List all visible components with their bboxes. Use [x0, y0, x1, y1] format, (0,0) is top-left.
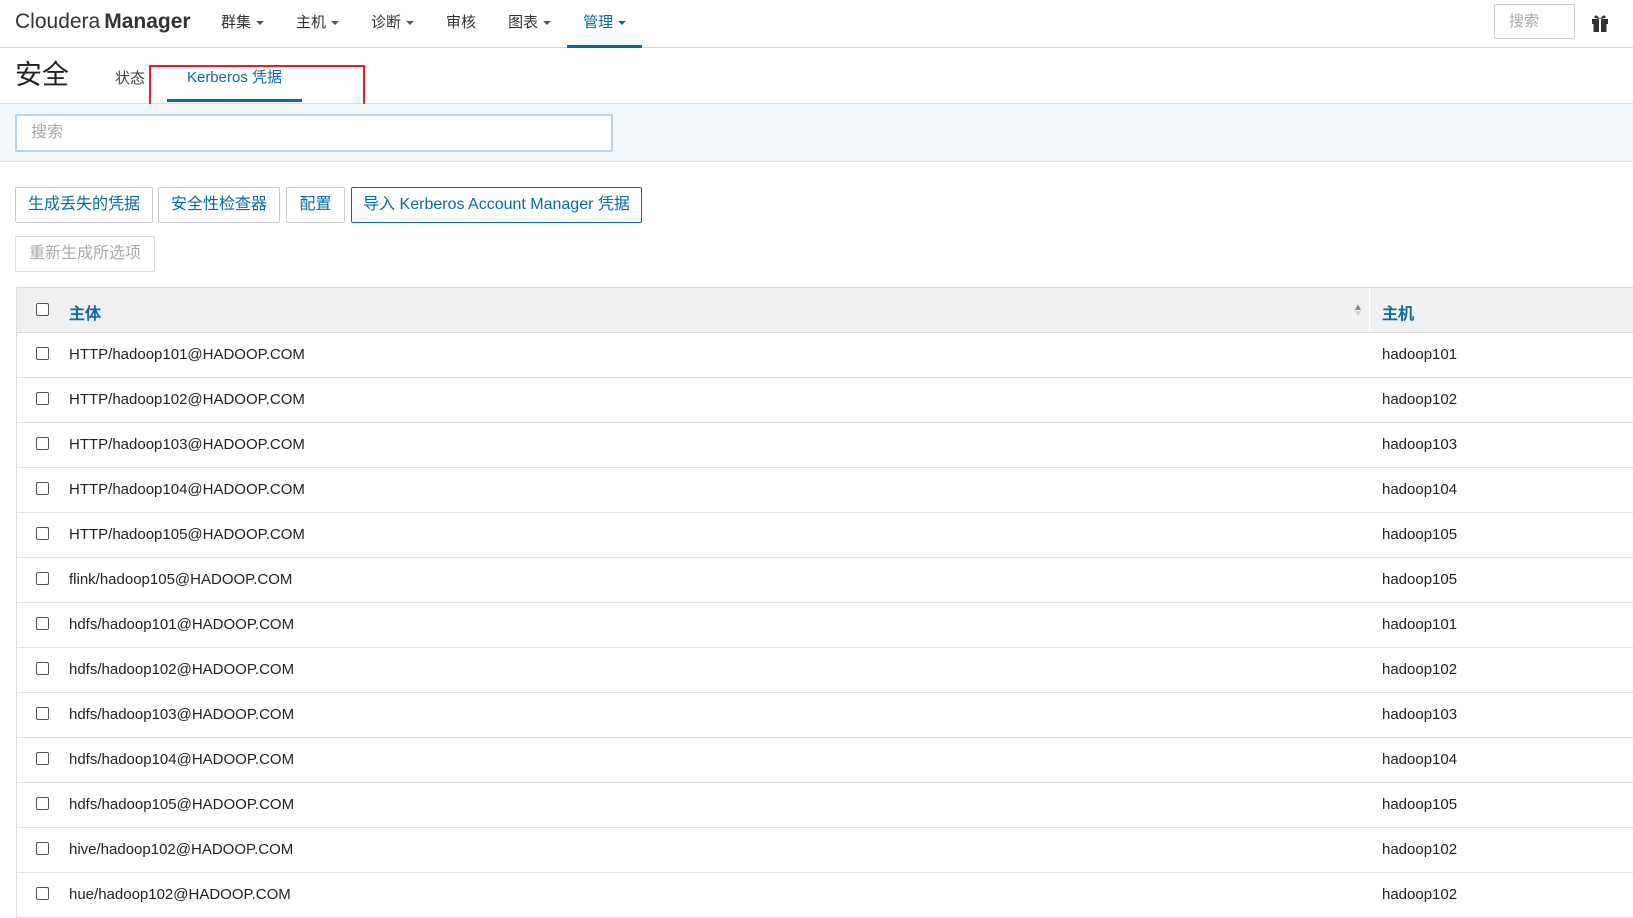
row-checkbox[interactable]: [36, 392, 49, 405]
tab-kerberos-credentials[interactable]: Kerberos 凭据: [167, 48, 302, 102]
host-cell: hadoop101: [1382, 616, 1458, 633]
security-inspector-button[interactable]: 安全性检查器: [158, 187, 280, 223]
regenerate-selected-button[interactable]: 重新生成所选项: [15, 236, 155, 272]
host-cell: hadoop105: [1382, 796, 1458, 813]
table-row[interactable]: hdfs/hadoop104@HADOOP.COM hadoop104: [17, 738, 1633, 783]
principal-cell: hive/hadoop102@HADOOP.COM: [69, 841, 294, 858]
page-title: 安全: [15, 60, 69, 90]
host-cell: hadoop101: [1382, 346, 1458, 363]
nav-item-label: 审核: [446, 14, 477, 31]
table-row[interactable]: hdfs/hadoop102@HADOOP.COM hadoop102: [17, 648, 1633, 693]
principal-cell: hdfs/hadoop104@HADOOP.COM: [69, 751, 295, 768]
host-cell: hadoop102: [1382, 886, 1458, 903]
row-checkbox[interactable]: [36, 887, 49, 900]
nav-item-label: 诊断: [371, 14, 402, 31]
row-checkbox[interactable]: [36, 437, 49, 450]
table-row[interactable]: HTTP/hadoop104@HADOOP.COM hadoop104: [17, 468, 1633, 513]
host-cell: hadoop104: [1382, 751, 1458, 768]
principal-cell: HTTP/hadoop102@HADOOP.COM: [69, 391, 305, 408]
principal-cell: HTTP/hadoop103@HADOOP.COM: [69, 436, 305, 453]
configure-button[interactable]: 配置: [286, 187, 345, 223]
main-menu: 群集 主机 诊断 审核 图表 管理: [205, 0, 643, 48]
host-cell: hadoop105: [1382, 571, 1458, 588]
nav-item-hosts[interactable]: 主机: [280, 0, 355, 48]
host-cell: hadoop103: [1382, 706, 1458, 723]
table-row[interactable]: HTTP/hadoop102@HADOOP.COM hadoop102: [17, 378, 1633, 423]
nav-item-label: 主机: [296, 14, 327, 31]
host-cell: hadoop103: [1382, 436, 1458, 453]
principal-cell: HTTP/hadoop104@HADOOP.COM: [69, 481, 305, 498]
principal-cell: HTTP/hadoop101@HADOOP.COM: [69, 346, 305, 363]
caret-down-icon: [256, 21, 265, 26]
nav-item-label: 群集: [221, 14, 252, 31]
principal-cell: HTTP/hadoop105@HADOOP.COM: [69, 526, 305, 543]
column-header-host[interactable]: 主机: [1382, 300, 1414, 324]
row-checkbox[interactable]: [36, 842, 49, 855]
page-header: 安全 状态 Kerberos 凭据: [0, 48, 1633, 104]
table-row[interactable]: HTTP/hadoop101@HADOOP.COM hadoop101: [17, 333, 1633, 378]
principal-cell: hdfs/hadoop103@HADOOP.COM: [69, 706, 295, 723]
caret-down-icon: [406, 21, 415, 26]
row-checkbox[interactable]: [36, 347, 49, 360]
host-cell: hadoop102: [1382, 391, 1458, 408]
import-kerberos-account-manager-button[interactable]: 导入 Kerberos Account Manager 凭据: [351, 187, 642, 223]
tab-label: Kerberos 凭据: [186, 69, 283, 86]
sort-ascending-icon[interactable]: [1354, 304, 1361, 316]
row-checkbox[interactable]: [36, 752, 49, 765]
filter-bar: [0, 104, 1633, 162]
table-row[interactable]: hue/hadoop102@HADOOP.COM hadoop102: [17, 873, 1633, 918]
table-row[interactable]: hdfs/hadoop103@HADOOP.COM hadoop103: [17, 693, 1633, 738]
row-checkbox[interactable]: [36, 662, 49, 675]
nav-item-diagnostics[interactable]: 诊断: [355, 0, 430, 48]
top-navbar: Cloudera Manager 群集 主机 诊断 审核 图表 管理: [0, 0, 1633, 48]
brand-name-part2: Manager: [104, 10, 191, 33]
table-row[interactable]: hdfs/hadoop105@HADOOP.COM hadoop105: [17, 783, 1633, 828]
tab-status[interactable]: 状态: [115, 67, 145, 88]
principal-cell: hue/hadoop102@HADOOP.COM: [69, 886, 291, 903]
principal-cell: hdfs/hadoop105@HADOOP.COM: [69, 796, 295, 813]
gift-icon[interactable]: [1591, 13, 1609, 33]
credentials-search-input[interactable]: [15, 114, 613, 152]
row-checkbox[interactable]: [36, 617, 49, 630]
row-checkbox[interactable]: [36, 707, 49, 720]
row-checkbox[interactable]: [36, 797, 49, 810]
nav-item-charts[interactable]: 图表: [492, 0, 567, 48]
nav-item-audits[interactable]: 审核: [430, 0, 492, 48]
table-row[interactable]: hdfs/hadoop101@HADOOP.COM hadoop101: [17, 603, 1633, 648]
nav-item-administration[interactable]: 管理: [567, 0, 643, 48]
table-row[interactable]: HTTP/hadoop103@HADOOP.COM hadoop103: [17, 423, 1633, 468]
principal-cell: hdfs/hadoop102@HADOOP.COM: [69, 661, 295, 678]
column-header-principal[interactable]: 主体: [69, 300, 101, 324]
table-header: 主体 主机: [17, 287, 1633, 333]
nav-item-label: 管理: [583, 14, 614, 31]
global-search-input[interactable]: [1494, 4, 1575, 39]
table-body: HTTP/hadoop101@HADOOP.COM hadoop101 HTTP/h…: [17, 333, 1633, 918]
credentials-table: 主体 主机 HTTP/hadoop101@HADOOP.COM hadoop101…: [16, 287, 1633, 918]
table-row[interactable]: HTTP/hadoop105@HADOOP.COM hadoop105: [17, 513, 1633, 558]
host-cell: hadoop105: [1382, 526, 1458, 543]
caret-down-icon: [543, 21, 552, 26]
table-row[interactable]: flink/hadoop105@HADOOP.COM hadoop105: [17, 558, 1633, 603]
row-checkbox[interactable]: [36, 527, 49, 540]
caret-down-icon: [618, 21, 627, 26]
brand-logo[interactable]: Cloudera Manager: [15, 9, 191, 35]
host-cell: hadoop104: [1382, 481, 1458, 498]
select-all-checkbox[interactable]: [36, 303, 49, 316]
generate-missing-credentials-button[interactable]: 生成丢失的凭据: [15, 187, 153, 223]
row-checkbox[interactable]: [36, 482, 49, 495]
caret-down-icon: [331, 21, 340, 26]
principal-cell: flink/hadoop105@HADOOP.COM: [69, 571, 293, 588]
nav-item-label: 图表: [508, 14, 539, 31]
nav-item-clusters[interactable]: 群集: [205, 0, 280, 48]
host-cell: hadoop102: [1382, 661, 1458, 678]
principal-cell: hdfs/hadoop101@HADOOP.COM: [69, 616, 295, 633]
row-checkbox[interactable]: [36, 572, 49, 585]
host-cell: hadoop102: [1382, 841, 1458, 858]
table-row[interactable]: hive/hadoop102@HADOOP.COM hadoop102: [17, 828, 1633, 873]
brand-name-part1: Cloudera: [15, 10, 101, 33]
column-divider: [1369, 288, 1370, 332]
